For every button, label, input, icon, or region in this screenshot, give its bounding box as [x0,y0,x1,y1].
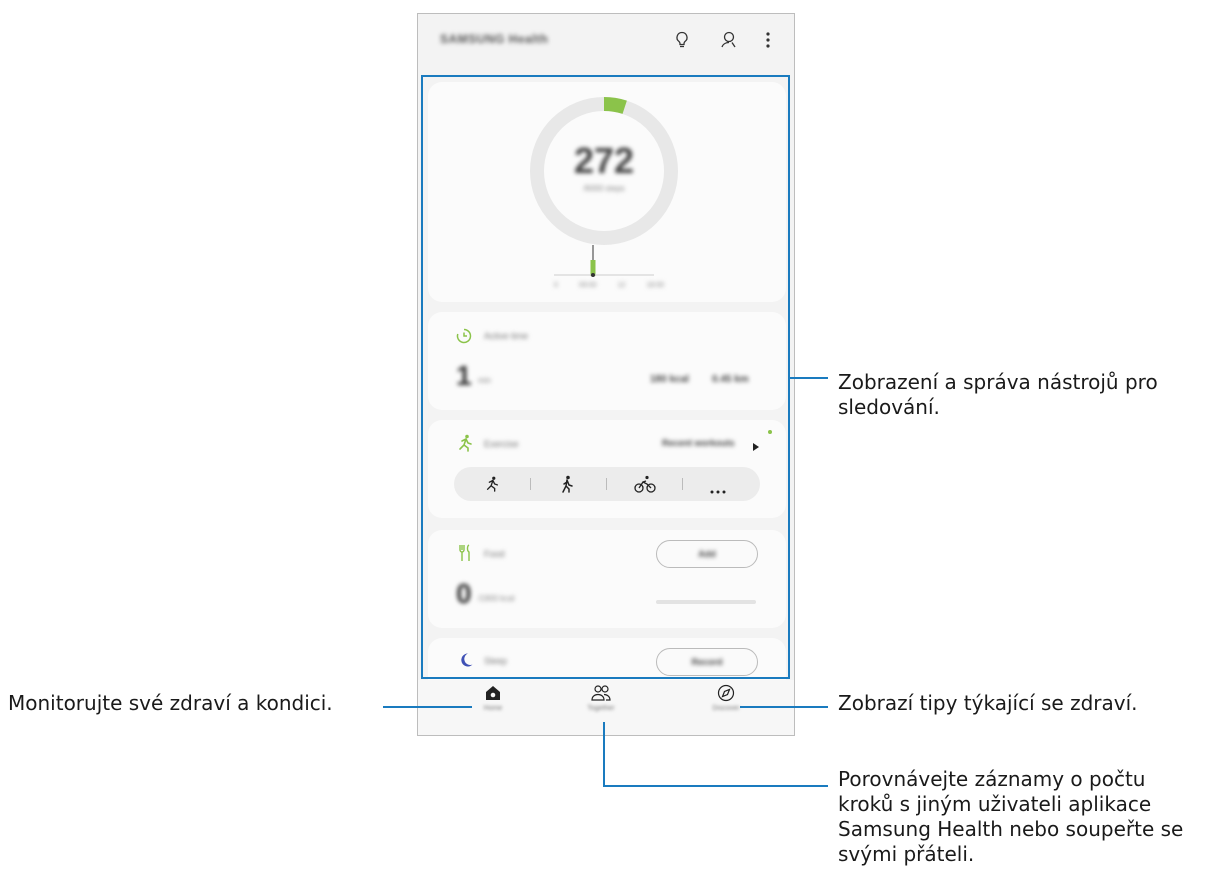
steps-card[interactable]: 272 /6000 steps 0 09:00 12 18:00 [428,82,786,302]
person-search-icon[interactable] [718,28,742,52]
steps-count: 272 [573,140,635,181]
active-time-card[interactable]: Active time 1 min 180 kcal 0.45 km [428,312,786,410]
nav-discover[interactable]: Discover [686,684,766,732]
home-icon [486,686,500,700]
callout-trackers: Zobrazení a správa nástrojů pro sledován… [838,370,1158,420]
callout-line: kroků s jiným uživateli aplikace [838,792,1152,816]
callout-line: svými přáteli. [838,842,975,866]
running-icon[interactable] [484,475,500,498]
sleep-title: Sleep [484,656,508,666]
callout-line: Samsung Health nebo soupeřte se [838,817,1184,841]
food-add-label: Add [698,549,716,559]
people-icon [591,685,611,701]
active-time-unit: min [478,376,491,385]
moon-icon [458,652,474,673]
axis-label: 0 [554,282,558,289]
nav-together[interactable]: Together [561,684,641,732]
nav-label: Home [483,705,503,712]
callout-monitor: Monitorujte své zdraví a kondici. [8,691,333,715]
phone-screen: SAMSUNG Health 272 /6000 steps 0 09:00 1… [417,13,795,736]
divider [682,478,683,490]
lightbulb-icon[interactable] [670,28,694,52]
exercise-quick-bar [454,467,760,501]
walking-icon[interactable] [560,475,574,498]
new-badge-dot [768,430,772,434]
app-title: SAMSUNG Health [440,32,549,46]
steps-goal: /6000 steps [583,184,625,193]
exercise-card[interactable]: Exercise Recent workouts [428,420,786,518]
axis-label: 18:00 [646,282,664,289]
cycling-icon[interactable] [634,475,656,498]
running-icon [456,434,474,457]
callout-compare: Porovnávejte záznamy o počtu kroků s jin… [838,767,1183,867]
divider [530,478,531,490]
cutlery-icon [458,544,472,567]
active-kcal: 180 kcal [650,374,689,385]
compass-icon [717,684,735,702]
clock-icon [456,328,472,349]
nav-home[interactable]: Home [453,684,533,732]
callout-tips: Zobrazí tipy týkající se zdraví. [838,691,1138,715]
axis-label: 09:00 [578,282,597,289]
food-value: 0 [456,578,472,609]
food-add-button[interactable]: Add [656,540,758,568]
food-progress-bar [656,600,756,604]
food-unit: /1900 kcal [478,594,515,603]
play-arrow-icon[interactable] [752,439,760,457]
exercise-action[interactable]: Recent workouts [662,438,735,448]
active-distance: 0.45 km [712,374,749,385]
nav-label: Together [587,705,615,712]
nav-label: Discover [712,705,740,712]
more-vertical-icon[interactable] [756,28,780,52]
divider [606,478,607,490]
more-horizontal-icon[interactable] [710,481,726,499]
axis-label: 12 [617,282,626,289]
active-time-value: 1 [456,360,472,391]
steps-ring-progress [603,97,627,115]
callout-line: sledování. [838,395,940,419]
steps-axis: 0 09:00 12 18:00 [554,282,664,289]
active-time-title: Active time [484,331,529,341]
app-bar: SAMSUNG Health [418,14,794,74]
food-title: Food [484,549,505,559]
sleep-record-label: Record [691,657,723,667]
callout-line: Porovnávejte záznamy o počtu [838,767,1146,791]
bottom-nav: Home Together Discover [418,680,794,735]
callout-line: Zobrazení a správa nástrojů pro [838,370,1158,394]
exercise-title: Exercise [484,439,519,449]
sleep-record-button[interactable]: Record [656,648,758,676]
food-card[interactable]: Food Add 0 /1900 kcal [428,530,786,628]
